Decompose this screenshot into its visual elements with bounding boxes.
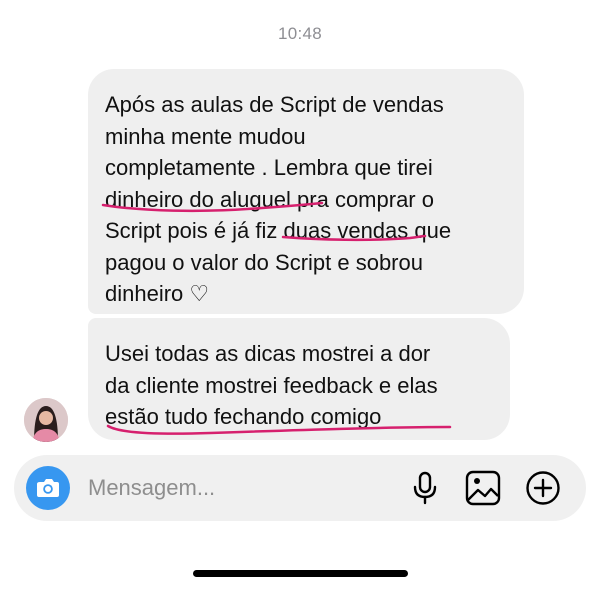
message-line: estão tudo fechando comigo [105,404,382,429]
home-indicator[interactable] [193,570,408,577]
message-line: Script pois é já fiz duas vendas que [105,218,452,243]
message-line: completamente . Lembra que tirei [105,155,433,180]
message-input[interactable]: Mensagem... [88,475,215,501]
microphone-icon [413,471,437,505]
message-line: Usei todas as dicas mostrei a dor [105,341,431,366]
message-composer: Mensagem... [14,455,586,521]
chat-screen: 10:48 Após as aulas de Script de vendas … [0,0,600,600]
camera-icon [37,479,59,497]
gallery-icon [465,470,501,506]
add-button[interactable] [524,469,562,507]
message-bubble[interactable]: Após as aulas de Script de vendas minha … [88,69,524,314]
message-line: Após as aulas de Script de vendas [105,92,444,117]
add-icon [526,471,560,505]
message-line: dinheiro do aluguel pra comprar o [105,186,434,212]
microphone-button[interactable] [406,469,444,507]
message-line: dinheiro ♡ [105,281,210,306]
message-bubble[interactable]: Usei todas as dicas mostrei a dor da cli… [88,318,510,440]
camera-button[interactable] [26,466,70,510]
avatar-image [24,398,68,442]
avatar[interactable] [24,398,68,442]
message-timestamp: 10:48 [277,24,323,43]
gallery-button[interactable] [464,469,502,507]
message-line: minha mente mudou [105,123,306,149]
message-line: da cliente mostrei feedback e elas [105,372,438,398]
message-line: pagou o valor do Script e sobrou [105,249,423,275]
